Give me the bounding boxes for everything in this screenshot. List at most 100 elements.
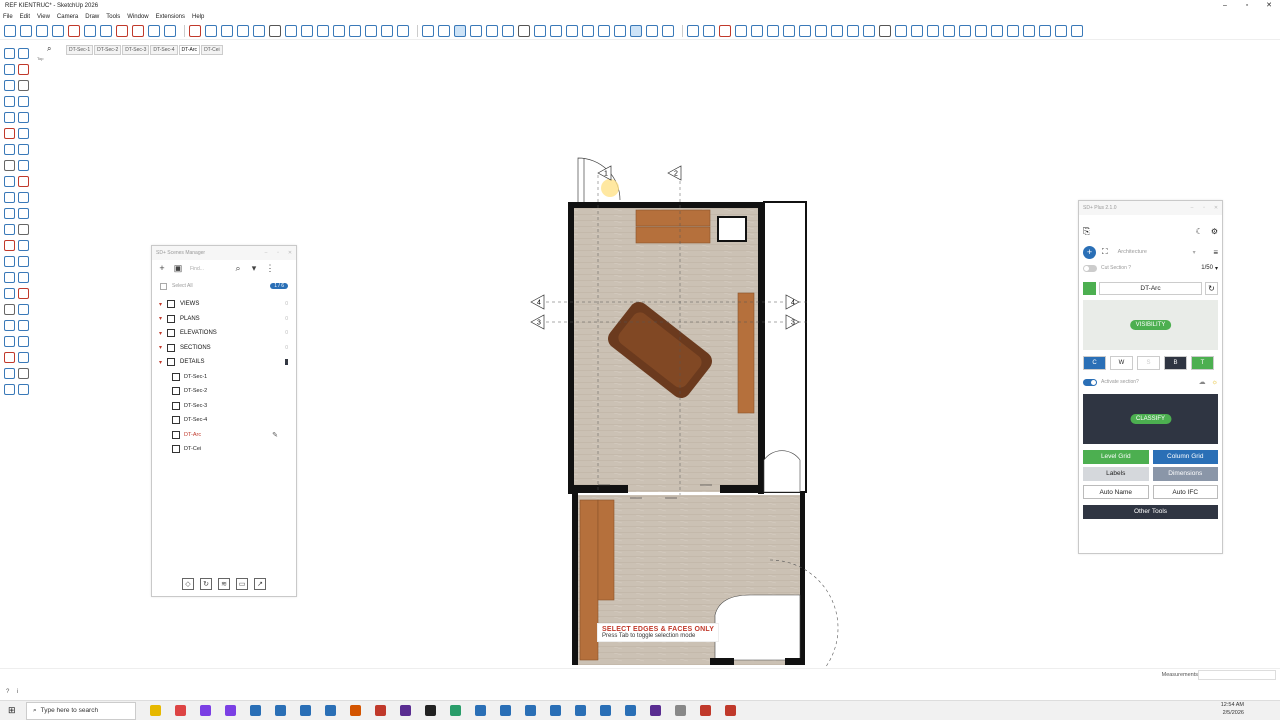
taskbar-app-icon[interactable] — [650, 705, 661, 716]
toolbar-tool-icon[interactable] — [52, 25, 64, 37]
toolbar-tool-icon[interactable] — [879, 25, 891, 37]
filter-s[interactable]: S — [1137, 356, 1160, 370]
scene-item-dt-sec-1[interactable]: DT-Sec-1 — [152, 370, 296, 385]
toolbar-tool-icon[interactable] — [646, 25, 658, 37]
toolbar-tool-icon[interactable] — [703, 25, 715, 37]
toolbar-tool-icon[interactable] — [566, 25, 578, 37]
toolbar-tool-icon[interactable] — [815, 25, 827, 37]
tab-dt-sec-3[interactable]: DT-Sec-3 — [122, 45, 150, 55]
expand-triangle-icon[interactable]: ▾ — [159, 344, 167, 351]
filter-c[interactable]: C — [1083, 356, 1106, 370]
toolbar-tool-icon[interactable] — [502, 25, 514, 37]
taskbar-search[interactable]: ⌕ Type here to search — [26, 701, 136, 720]
toolbar-tool-icon[interactable] — [397, 25, 409, 37]
left-tool-icon[interactable] — [4, 64, 15, 75]
search-icon[interactable]: ⌕ — [232, 263, 244, 275]
left-tool-icon[interactable] — [4, 96, 15, 107]
list-icon[interactable]: ≡ — [1213, 248, 1218, 257]
chevron-down-icon[interactable]: ▾ — [1215, 265, 1218, 272]
auto-ifc-button[interactable]: Auto IFC — [1152, 485, 1218, 499]
left-tool-icon[interactable] — [4, 176, 15, 187]
left-tool-icon[interactable] — [18, 208, 29, 219]
select-all-row[interactable]: Select All 1 / 6 — [152, 280, 296, 292]
minimize-icon[interactable]: – — [1214, 0, 1236, 11]
floor-plan-drawing[interactable]: 1224343 — [520, 155, 850, 667]
toolbar-tool-icon[interactable] — [863, 25, 875, 37]
tab-dt-arc[interactable]: DT-Arc — [178, 45, 201, 55]
toolbar-tool-icon[interactable] — [205, 25, 217, 37]
toolbar-tool-icon[interactable] — [116, 25, 128, 37]
toolbar-tool-icon[interactable] — [381, 25, 393, 37]
left-tool-icon[interactable] — [18, 320, 29, 331]
toolbar-tool-icon[interactable] — [959, 25, 971, 37]
left-tool-icon[interactable] — [18, 96, 29, 107]
toolbar-tool-icon[interactable] — [911, 25, 923, 37]
toolbar-tool-icon[interactable] — [164, 25, 176, 37]
left-tool-icon[interactable] — [4, 288, 15, 299]
toolbar-tool-icon[interactable] — [719, 25, 731, 37]
column-grid-button[interactable]: Column Grid — [1152, 450, 1218, 464]
expand-triangle-icon[interactable]: ▾ — [159, 359, 167, 366]
tab-dt-cei[interactable]: DT-Cei — [201, 45, 223, 55]
maximize-icon[interactable]: ▫ — [1236, 0, 1258, 11]
menu-file[interactable]: File — [3, 14, 13, 20]
toolbar-tool-icon[interactable] — [36, 25, 48, 37]
close-icon[interactable]: ✕ — [1210, 205, 1222, 211]
toolbar-tool-icon[interactable] — [1039, 25, 1051, 37]
toolbar-tool-icon[interactable] — [365, 25, 377, 37]
menu-window[interactable]: Window — [127, 14, 148, 20]
taskbar-app-icon[interactable] — [200, 705, 211, 716]
taskbar-app-icon[interactable] — [525, 705, 536, 716]
toolbar-tool-icon[interactable] — [333, 25, 345, 37]
sd-plus-header[interactable]: SD+ Plus 2.1.0 – ▫ ✕ — [1079, 201, 1222, 215]
toolbar-tool-icon[interactable] — [783, 25, 795, 37]
toolbar-tool-icon[interactable] — [630, 25, 642, 37]
menu-view[interactable]: View — [37, 14, 50, 20]
toolbar-tool-icon[interactable] — [614, 25, 626, 37]
toolbar-tool-icon[interactable] — [221, 25, 233, 37]
taskbar-app-icon[interactable] — [725, 705, 736, 716]
left-tool-icon[interactable] — [18, 48, 29, 59]
left-tool-icon[interactable] — [4, 384, 15, 395]
group-plans[interactable]: ▾ PLANS 0 — [152, 312, 296, 327]
left-tool-icon[interactable] — [4, 320, 15, 331]
scene-item-dt-cei[interactable]: DT-Cei — [152, 442, 296, 457]
layers-icon[interactable]: ≋ — [218, 578, 230, 590]
export-icon[interactable]: ↗ — [254, 578, 266, 590]
toolbar-tool-icon[interactable] — [991, 25, 1003, 37]
taskbar-app-icon[interactable] — [450, 705, 461, 716]
taskbar-app-icon[interactable] — [175, 705, 186, 716]
group-sections[interactable]: ▾ SECTIONS 0 — [152, 341, 296, 356]
left-tool-icon[interactable] — [4, 256, 15, 267]
toolbar-tool-icon[interactable] — [1023, 25, 1035, 37]
scene-item-dt-sec-3[interactable]: DT-Sec-3 — [152, 399, 296, 414]
toolbar-tool-icon[interactable] — [486, 25, 498, 37]
taskbar-app-icon[interactable] — [500, 705, 511, 716]
toolbar-tool-icon[interactable] — [68, 25, 80, 37]
tab-dt-sec-1[interactable]: DT-Sec-1 — [66, 45, 94, 55]
left-tool-icon[interactable] — [4, 336, 15, 347]
left-tool-icon[interactable] — [4, 240, 15, 251]
group-elevations[interactable]: ▾ ELEVATIONS 0 — [152, 326, 296, 341]
pencil-icon[interactable]: ✎ — [272, 431, 278, 439]
toolbar-tool-icon[interactable] — [751, 25, 763, 37]
taskbar-app-icon[interactable] — [675, 705, 686, 716]
left-tool-icon[interactable] — [4, 208, 15, 219]
other-tools-button[interactable]: Other Tools — [1083, 505, 1218, 519]
toolbar-tool-icon[interactable] — [349, 25, 361, 37]
left-tool-icon[interactable] — [18, 176, 29, 187]
help-icon[interactable]: ? — [6, 689, 9, 695]
toolbar-tool-icon[interactable] — [687, 25, 699, 37]
group-details[interactable]: ▾ DETAILS 6 — [152, 355, 296, 370]
left-tool-icon[interactable] — [18, 64, 29, 75]
left-tool-icon[interactable] — [4, 112, 15, 123]
taskbar-app-icon[interactable] — [575, 705, 586, 716]
toolbar-tool-icon[interactable] — [943, 25, 955, 37]
taskbar-clock[interactable]: 12:54 AM 2/5/2026 — [1221, 701, 1244, 717]
toolbar-tool-icon[interactable] — [1055, 25, 1067, 37]
taskbar-app-icon[interactable] — [250, 705, 261, 716]
left-tool-icon[interactable] — [18, 256, 29, 267]
add-folder-button[interactable]: ▣ — [172, 263, 184, 275]
expand-triangle-icon[interactable]: ▾ — [159, 330, 167, 337]
toolbar-tool-icon[interactable] — [301, 25, 313, 37]
